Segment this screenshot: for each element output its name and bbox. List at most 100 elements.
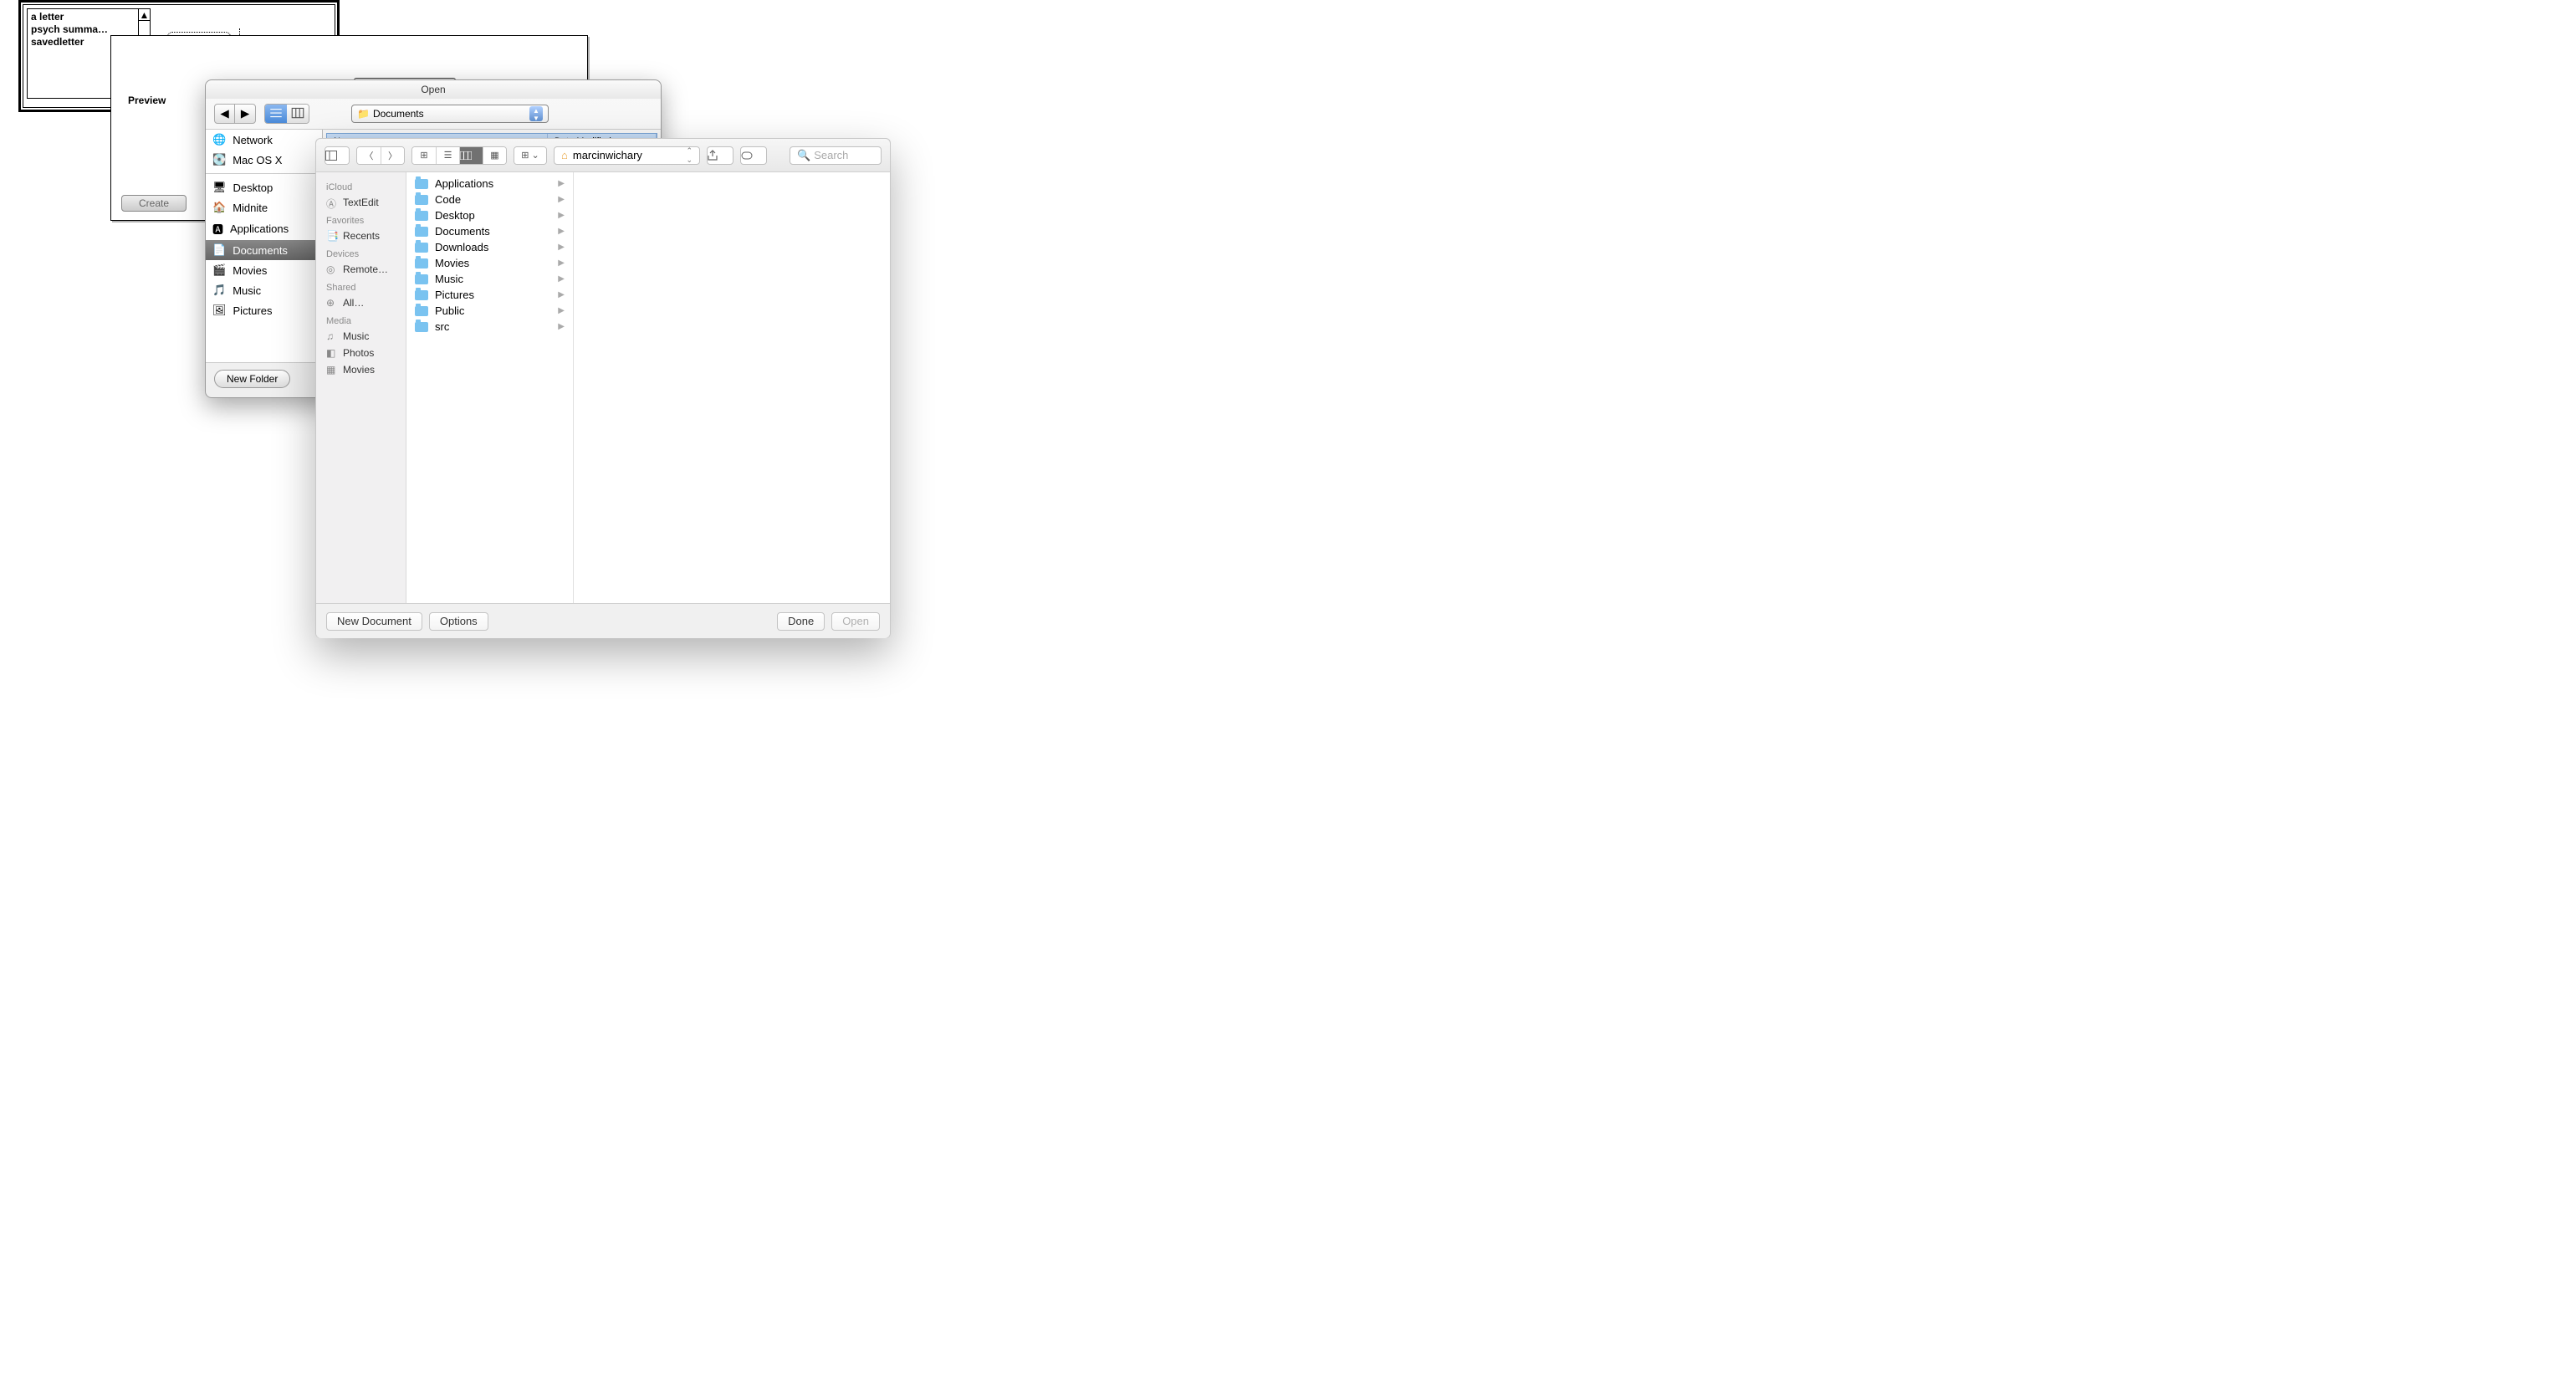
list-view-button[interactable]	[265, 105, 287, 123]
create-button[interactable]: Create	[121, 195, 187, 212]
photos-icon: ◧	[326, 347, 338, 359]
location-label: Documents	[373, 108, 424, 120]
list-view-button[interactable]: ☰	[436, 147, 459, 164]
chevron-right-icon: ▶	[558, 306, 565, 315]
tags-button[interactable]	[740, 146, 767, 165]
open-button[interactable]: Open	[831, 612, 880, 631]
folder-item[interactable]: Desktop▶	[406, 207, 573, 223]
back-button[interactable]: ◀	[215, 105, 235, 123]
column-view-button[interactable]	[287, 105, 309, 123]
sidebar-item-pictures[interactable]: 🖼Pictures	[206, 300, 322, 320]
sidebar-item-home[interactable]: 🏠Midnite	[206, 197, 322, 217]
icon-view-button[interactable]: ⊞	[412, 147, 436, 164]
sidebar-header-favorites: Favorites	[316, 211, 406, 228]
app-icon: Ⓐ	[326, 197, 338, 208]
sidebar-item-desktop[interactable]: 🖥Desktop	[206, 177, 322, 197]
sidebar-item-label: Pictures	[233, 304, 273, 317]
list-item[interactable]: psych summa…	[31, 23, 146, 36]
folder-name: Code	[435, 193, 461, 206]
search-field[interactable]: 🔍 Search	[790, 146, 882, 165]
sidebar-item-music[interactable]: ♫Music	[316, 328, 406, 345]
footer: New Document Options Done Open	[316, 603, 890, 638]
folder-name: Downloads	[435, 241, 488, 253]
gallery-view-button[interactable]: ▦	[483, 147, 506, 164]
folder-item[interactable]: Music ▶	[406, 271, 573, 287]
movies-icon: 🎬	[212, 263, 226, 277]
sidebar-item-music[interactable]: 🎵Music	[206, 280, 322, 300]
sidebar-item-textedit[interactable]: ⒶTextEdit	[316, 194, 406, 211]
search-icon: 🔍	[797, 149, 810, 162]
back-button[interactable]: 〈	[357, 147, 381, 164]
sidebar-item-documents[interactable]: 📄Documents	[206, 240, 322, 260]
sidebar-header-media: Media	[316, 311, 406, 328]
done-button[interactable]: Done	[777, 612, 825, 631]
folder-item[interactable]: src▶	[406, 319, 573, 335]
folder-name: Applications	[435, 177, 493, 190]
home-icon: ⌂	[561, 149, 568, 161]
folder-item[interactable]: Pictures▶	[406, 287, 573, 303]
sidebar-item-label: Midnite	[233, 202, 268, 214]
forward-button[interactable]: ▶	[235, 105, 255, 123]
folder-icon	[415, 322, 428, 332]
list-item[interactable]: a letter	[31, 11, 146, 23]
folder-name: Movies	[435, 257, 469, 269]
chevron-right-icon: ▶	[558, 179, 565, 188]
share-button[interactable]	[707, 146, 733, 165]
window-title: Open	[206, 80, 661, 99]
folder-icon	[415, 195, 428, 205]
sidebar-item-remote[interactable]: ◎Remote…	[316, 261, 406, 278]
folder-item[interactable]: Documents▶	[406, 223, 573, 239]
folder-icon	[415, 179, 428, 189]
folder-item[interactable]: Code▶	[406, 192, 573, 207]
toolbar: 〈 〉 ⊞ ☰ ▦ ⊞ ⌄ ⌂ marcinwichary ⌃⌄ 🔍 Searc…	[316, 139, 890, 172]
column-1[interactable]: Applications▶ Code▶ Desktop▶ Documents▶ …	[406, 172, 574, 603]
folder-name: Music	[435, 273, 463, 285]
column-2[interactable]	[574, 172, 890, 603]
new-folder-button[interactable]: New Folder	[214, 370, 290, 388]
options-button[interactable]: Options	[429, 612, 488, 631]
sidebar-item-label: Remote…	[343, 263, 388, 275]
macos-modern-open-dialog: 〈 〉 ⊞ ☰ ▦ ⊞ ⌄ ⌂ marcinwichary ⌃⌄ 🔍 Searc…	[315, 138, 891, 638]
scroll-up-icon[interactable]: ▲	[139, 9, 150, 21]
sidebar-item-label: Applications	[230, 222, 289, 235]
network-icon: ⊕	[326, 297, 338, 309]
group-menu: ⊞ ⌄	[514, 146, 547, 165]
column-view-button[interactable]	[459, 147, 483, 164]
sidebar-item-photos[interactable]: ◧Photos	[316, 345, 406, 361]
music-icon: ♫	[326, 330, 338, 342]
location-popup[interactable]: ⌂ marcinwichary ⌃⌄	[554, 146, 700, 165]
chevron-right-icon: ▶	[558, 274, 565, 284]
location-popup[interactable]: 📁 Documents ▲▼	[351, 105, 549, 123]
forward-button[interactable]: 〉	[381, 147, 404, 164]
sidebar-item-recents[interactable]: 📑 Recents	[316, 228, 406, 244]
recents-icon: 📑	[326, 230, 338, 242]
sidebar-item-network[interactable]: 🌐Network	[206, 130, 322, 150]
sidebar-item-movies[interactable]: 🎬 Movies	[206, 260, 322, 280]
separator	[206, 173, 322, 174]
folder-icon	[415, 306, 428, 316]
chevron-right-icon: ▶	[558, 243, 565, 252]
view-switcher	[264, 104, 309, 124]
sidebar-item-label: Movies	[233, 264, 267, 277]
folder-item[interactable]: Applications ▶	[406, 176, 573, 192]
sidebar-item-all[interactable]: ⊕All…	[316, 294, 406, 311]
sidebar-header-icloud: iCloud	[316, 177, 406, 194]
folder-item[interactable]: Public▶	[406, 303, 573, 319]
sidebar-item-label: Recents	[343, 230, 380, 242]
sidebar-item-label: Documents	[233, 244, 288, 257]
new-document-button[interactable]: New Document	[326, 612, 422, 631]
group-button[interactable]: ⊞ ⌄	[514, 147, 546, 164]
sidebar-item-disk[interactable]: 💽Mac OS X	[206, 150, 322, 170]
nav-buttons: 〈 〉	[356, 146, 405, 165]
sidebar-item-applications[interactable]: 🅰Applications	[206, 217, 322, 240]
sidebar-toggle-button[interactable]	[325, 147, 349, 164]
sidebar-item-movies[interactable]: ▦Movies	[316, 361, 406, 378]
folder-item[interactable]: Movies▶	[406, 255, 573, 271]
search-placeholder: Search	[814, 149, 848, 161]
sidebar: 🌐Network 💽Mac OS X 🖥Desktop 🏠Midnite 🅰Ap…	[206, 130, 323, 362]
folder-icon	[415, 243, 428, 253]
disk-icon: 💽	[212, 153, 226, 166]
sidebar-header-devices: Devices	[316, 244, 406, 261]
folder-item[interactable]: Downloads ▶	[406, 239, 573, 255]
folder-name: Desktop	[435, 209, 475, 222]
